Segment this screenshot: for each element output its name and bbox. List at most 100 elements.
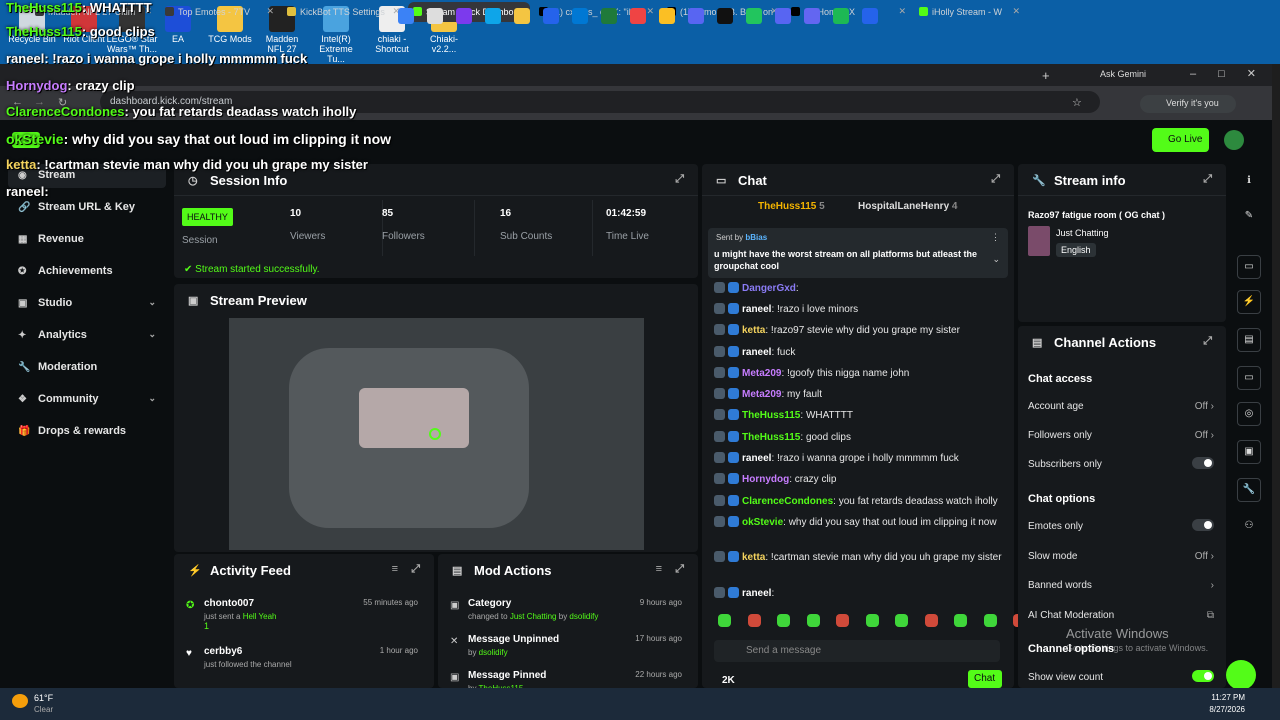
- emote-icon[interactable]: [983, 614, 997, 627]
- search-icon[interactable]: [427, 8, 443, 24]
- emote-icon[interactable]: [718, 614, 731, 627]
- chat-message[interactable]: raneel: fuck: [714, 345, 1004, 360]
- chat-username[interactable]: raneel: [742, 347, 771, 358]
- bolt-icon[interactable]: ⚡: [1237, 290, 1261, 314]
- chevron-down-icon[interactable]: ⌄: [992, 254, 1000, 265]
- chat-message[interactable]: raneel: !razo i love minors: [714, 302, 1004, 317]
- start-icon[interactable]: [398, 8, 414, 24]
- chat-option-row[interactable]: Banned words ›: [1028, 580, 1214, 591]
- chat-username[interactable]: Meta209: [742, 368, 781, 379]
- steam-icon[interactable]: [659, 8, 675, 24]
- chevron-down-icon[interactable]: ⌄: [148, 329, 156, 340]
- chat-message[interactable]: DangerGxd:: [714, 281, 1004, 296]
- expand-icon[interactable]: ⤢: [1203, 335, 1212, 348]
- chat-username[interactable]: DangerGxd: [742, 283, 796, 294]
- toggle-switch[interactable]: [1192, 457, 1214, 469]
- show-view-count-toggle[interactable]: [1192, 670, 1214, 682]
- page-scrollbar[interactable]: [1272, 64, 1280, 688]
- chat-message[interactable]: TheHuss115: good clips: [714, 430, 1004, 445]
- verify-button[interactable]: Verify it's you: [1140, 95, 1236, 113]
- chat-message[interactable]: ketta: !cartman stevie man why did you u…: [714, 550, 1004, 565]
- chat-username[interactable]: TheHuss115: [742, 432, 800, 443]
- chat-message[interactable]: Meta209: !goofy this nigga name john: [714, 366, 1004, 381]
- sidebar-item-achievements[interactable]: ✪ Achievements: [8, 260, 166, 284]
- store-icon[interactable]: [543, 8, 559, 24]
- emote-icon[interactable]: [747, 614, 761, 627]
- sidebar-item-drops-rewards[interactable]: 🎁 Drops & rewards: [8, 420, 166, 444]
- sidebar-item-analytics[interactable]: ✦ Analytics ⌄: [8, 324, 166, 348]
- sidebar-item-studio[interactable]: ▣ Studio ⌄: [8, 292, 166, 316]
- chat-option-row[interactable]: Slow mode Off ›: [1028, 551, 1214, 562]
- more-icon[interactable]: ⋮: [991, 232, 1000, 243]
- chat-username[interactable]: Hornydog: [742, 474, 789, 485]
- screen-icon[interactable]: ▭: [1237, 255, 1261, 279]
- close-icon[interactable]: ✕: [266, 6, 274, 17]
- pinned-message[interactable]: Sent by bBias u might have the worst str…: [708, 228, 1008, 278]
- chat-message[interactable]: ketta: !razo97 stevie why did you grape …: [714, 323, 1004, 338]
- filter-icon[interactable]: ≡: [392, 563, 398, 575]
- discord-icon[interactable]: [688, 8, 704, 24]
- expand-icon[interactable]: ⤢: [1203, 173, 1212, 186]
- browser-tab[interactable]: iHolly Stream - W ✕: [914, 2, 1024, 22]
- show-view-count-row[interactable]: Show view count: [1028, 670, 1214, 683]
- share-icon[interactable]: ⚇: [1237, 515, 1261, 539]
- close-icon[interactable]: ✕: [1012, 6, 1020, 17]
- chat-username[interactable]: raneel: [742, 588, 771, 599]
- browser-tab[interactable]: KickBot TTS Settings ✕: [282, 2, 404, 22]
- discord-icon[interactable]: [775, 8, 791, 24]
- chat-access-row[interactable]: Subscribers only: [1028, 457, 1214, 470]
- ask-gemini-button[interactable]: Ask Gemini: [1100, 69, 1146, 79]
- chat-username[interactable]: raneel: [742, 304, 771, 315]
- chat-username[interactable]: Meta209: [742, 389, 781, 400]
- emote-icon[interactable]: [954, 614, 967, 627]
- info-icon[interactable]: ℹ: [1237, 170, 1261, 194]
- chat-message[interactable]: okStevie: why did you say that out loud …: [714, 515, 1004, 530]
- chat-input[interactable]: Send a message: [714, 640, 1000, 662]
- chat-username[interactable]: raneel: [742, 453, 771, 464]
- emote-icon[interactable]: [806, 614, 820, 627]
- sidebar-item-moderation[interactable]: 🔧 Moderation: [8, 356, 166, 380]
- toggle-switch[interactable]: [1192, 519, 1214, 531]
- list-icon[interactable]: ▤: [1237, 328, 1261, 352]
- chat-access-row[interactable]: Account age Off ›: [1028, 401, 1214, 412]
- emote-icon[interactable]: [865, 614, 879, 627]
- window-controls[interactable]: –□✕: [1190, 67, 1278, 80]
- chat-message[interactable]: Hornydog: crazy clip: [714, 472, 1004, 487]
- expand-icon[interactable]: ⤢: [675, 173, 684, 186]
- sidebar-item-revenue[interactable]: ▦ Revenue: [8, 228, 166, 252]
- chevron-right-icon[interactable]: ›: [1211, 580, 1214, 591]
- chat-username[interactable]: okStevie: [742, 517, 783, 528]
- outlook-icon[interactable]: [572, 8, 588, 24]
- help-chat-icon[interactable]: [1226, 660, 1256, 690]
- wrench-icon[interactable]: 🔧: [1237, 478, 1261, 502]
- chat-message[interactable]: raneel: !razo i wanna grope i holly mmmm…: [714, 451, 1004, 466]
- file-explorer-icon[interactable]: [514, 8, 530, 24]
- chat-access-row[interactable]: Followers only Off ›: [1028, 430, 1214, 441]
- chat-message[interactable]: ClarenceCondones: you fat retards deadas…: [714, 494, 1004, 509]
- task-view-icon[interactable]: [456, 8, 472, 24]
- xbox-icon[interactable]: [601, 8, 617, 24]
- chat-username[interactable]: ketta: [742, 552, 765, 563]
- chat-username[interactable]: ClarenceCondones: [742, 496, 833, 507]
- sidebar-item-stream-url-key[interactable]: 🔗 Stream URL & Key: [8, 196, 166, 220]
- external-link-icon[interactable]: ⧉: [1207, 610, 1214, 621]
- chat-option-row[interactable]: AI Chat Moderation ⧉: [1028, 610, 1214, 621]
- new-tab-button[interactable]: +: [1042, 68, 1050, 83]
- bookmark-star-icon[interactable]: ☆: [1072, 96, 1082, 109]
- chat-message[interactable]: TheHuss115: WHATTTT: [714, 408, 1004, 423]
- emote-icon[interactable]: [777, 614, 790, 627]
- stream-preview-video[interactable]: [229, 318, 644, 550]
- app-icon[interactable]: [804, 8, 820, 24]
- spotify-icon[interactable]: [833, 8, 849, 24]
- browser-tab[interactable]: Top Emotes - 7TV ✕: [160, 2, 278, 22]
- close-icon[interactable]: ✕: [646, 6, 654, 17]
- avatar[interactable]: [1224, 130, 1244, 150]
- chat-option-row[interactable]: Emotes only: [1028, 519, 1214, 532]
- obs-icon[interactable]: [717, 8, 733, 24]
- chat-username[interactable]: ketta: [742, 325, 765, 336]
- emote-icon[interactable]: [924, 614, 938, 627]
- chevron-down-icon[interactable]: ⌄: [148, 393, 156, 404]
- chat-icon[interactable]: ▭: [1237, 366, 1261, 390]
- edge-icon[interactable]: [485, 8, 501, 24]
- filter-icon[interactable]: ≡: [656, 563, 662, 575]
